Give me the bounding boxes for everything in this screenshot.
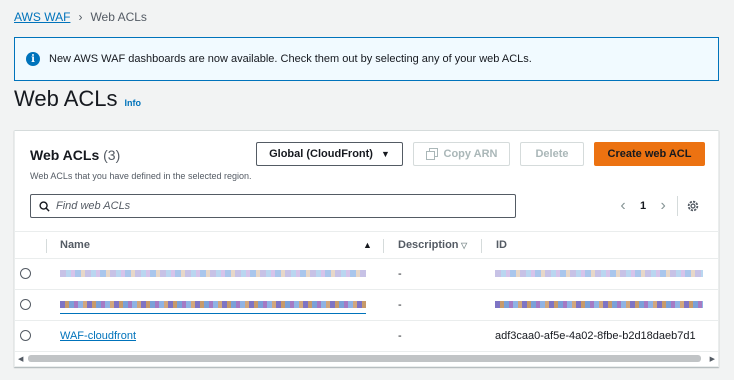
web-acl-description: - bbox=[398, 299, 402, 311]
web-acls-table-container: Web ACLs (3) Web ACLs that you have defi… bbox=[14, 130, 719, 367]
info-icon: i bbox=[26, 52, 40, 66]
table-description: Web ACLs that you have defined in the se… bbox=[30, 171, 252, 181]
web-acl-description: - bbox=[398, 268, 402, 280]
row-select-radio[interactable] bbox=[20, 268, 31, 279]
breadcrumb: AWS WAF › Web ACLs bbox=[14, 9, 147, 25]
redacted-text bbox=[60, 301, 366, 308]
row-select-radio[interactable] bbox=[20, 330, 31, 341]
column-header-id[interactable]: ID bbox=[496, 239, 507, 251]
gear-icon[interactable] bbox=[686, 199, 700, 213]
scrollbar-thumb[interactable] bbox=[28, 355, 701, 362]
region-select-label: Global (CloudFront) bbox=[269, 148, 373, 160]
web-acl-name-link[interactable]: WAF-cloudfront bbox=[60, 330, 136, 342]
column-header-name[interactable]: Name bbox=[60, 239, 90, 251]
table-row[interactable]: WAF-cloudfront - adf3caa0-af5e-4a02-8fbe… bbox=[15, 321, 718, 352]
web-acl-id: adf3caa0-af5e-4a02-8fbe-b2d18daeb7d1 bbox=[495, 330, 696, 342]
web-acls-table: Name ▲ Description ▽ ID - - WAF-cloudfro… bbox=[15, 231, 718, 352]
web-acl-description: - bbox=[398, 330, 402, 342]
sort-ascending-icon[interactable]: ▲ bbox=[363, 240, 372, 250]
redacted-text bbox=[495, 270, 703, 277]
current-page-number[interactable]: 1 bbox=[640, 200, 646, 212]
column-divider bbox=[46, 239, 47, 253]
create-web-acl-button[interactable]: Create web ACL bbox=[594, 142, 705, 166]
region-select[interactable]: Global (CloudFront) ▼ bbox=[256, 142, 403, 166]
redacted-text bbox=[495, 301, 703, 308]
table-title: Web ACLs (3) bbox=[30, 147, 120, 163]
info-flash-banner: i New AWS WAF dashboards are now availab… bbox=[14, 37, 719, 81]
redacted-text bbox=[60, 270, 366, 277]
horizontal-scrollbar[interactable]: ◀ ▶ bbox=[15, 351, 718, 364]
column-header-description[interactable]: Description bbox=[398, 239, 459, 251]
web-acl-id-redacted bbox=[495, 299, 703, 311]
search-icon bbox=[39, 200, 50, 212]
flash-message: New AWS WAF dashboards are now available… bbox=[49, 53, 532, 65]
web-acl-name-redacted[interactable] bbox=[60, 299, 366, 314]
web-acl-name-redacted[interactable] bbox=[60, 268, 366, 280]
copy-icon bbox=[425, 148, 438, 160]
column-divider bbox=[481, 239, 482, 253]
table-title-text: Web ACLs bbox=[30, 147, 100, 163]
copy-arn-button[interactable]: Copy ARN bbox=[413, 142, 510, 166]
page-title: Web ACLs bbox=[14, 86, 118, 111]
delete-button[interactable]: Delete bbox=[520, 142, 584, 166]
breadcrumb-current: Web ACLs bbox=[90, 10, 147, 24]
pager-divider bbox=[677, 196, 679, 216]
table-row[interactable]: - bbox=[15, 290, 718, 321]
pagination: ‹ 1 › bbox=[615, 196, 700, 216]
breadcrumb-aws-waf-link[interactable]: AWS WAF bbox=[14, 10, 70, 24]
previous-page-icon[interactable]: ‹ bbox=[615, 197, 631, 215]
column-divider bbox=[383, 239, 384, 253]
search-field bbox=[30, 194, 516, 218]
page-header: Web ACLs Info bbox=[14, 86, 141, 112]
table-header: Name ▲ Description ▽ ID bbox=[15, 231, 718, 259]
chevron-right-icon: › bbox=[78, 10, 83, 24]
info-link[interactable]: Info bbox=[125, 98, 142, 108]
web-acl-id-redacted bbox=[495, 268, 703, 280]
scroll-left-icon[interactable]: ◀ bbox=[18, 355, 23, 363]
table-count: (3) bbox=[103, 147, 121, 163]
scroll-right-icon[interactable]: ▶ bbox=[710, 355, 715, 363]
sort-icon[interactable]: ▽ bbox=[461, 241, 467, 250]
copy-arn-label: Copy ARN bbox=[443, 148, 498, 160]
caret-down-icon: ▼ bbox=[380, 149, 390, 159]
next-page-icon[interactable]: › bbox=[655, 197, 671, 215]
row-select-radio[interactable] bbox=[20, 299, 31, 310]
search-input[interactable] bbox=[56, 200, 496, 212]
table-row[interactable]: - bbox=[15, 259, 718, 290]
